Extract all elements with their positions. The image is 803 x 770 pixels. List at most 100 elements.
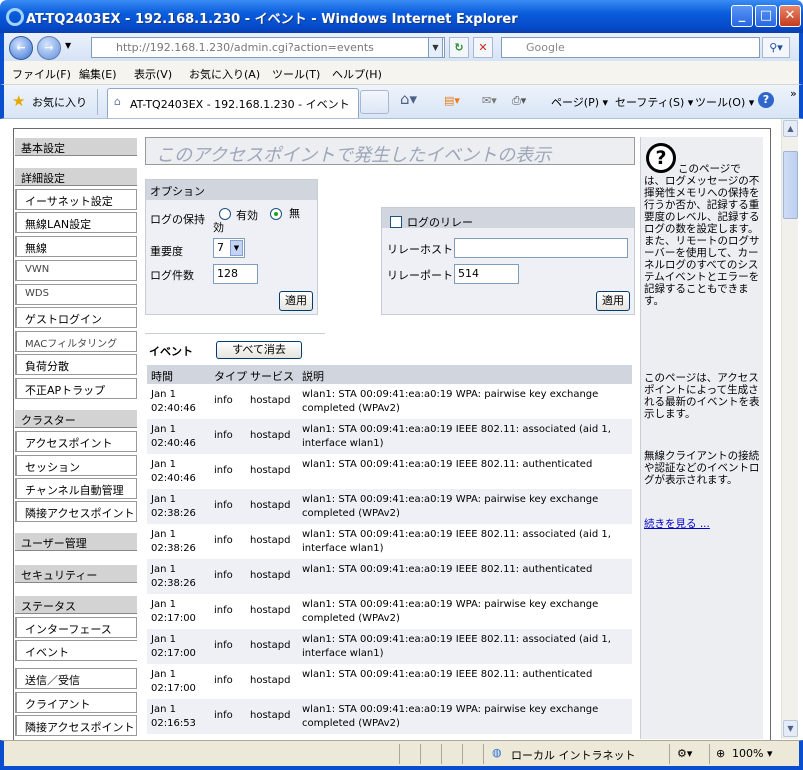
nav-basic[interactable]: 基本設定 [15, 137, 137, 156]
event-type: info [214, 535, 233, 546]
page-menu[interactable]: ページ(P) ▾ [551, 94, 608, 110]
event-time: Jan 1 02:40:46 [151, 458, 196, 486]
stop-button[interactable]: ✕ [473, 37, 493, 58]
nav-item-mac-filter[interactable]: MACフィルタリング [15, 331, 137, 352]
protected-mode-icon[interactable]: ⚙▾ [677, 747, 692, 760]
event-clock: 02:16:53 [151, 718, 196, 729]
page-icon: ⌂ [114, 95, 121, 108]
minimize-button[interactable]: _ [731, 5, 753, 27]
safety-menu[interactable]: セーフティ(S) ▾ [615, 94, 693, 110]
log-count-input[interactable]: 128 [213, 264, 258, 284]
options-apply-button[interactable]: 適用 [279, 291, 313, 311]
event-clock: 02:38:26 [151, 508, 196, 519]
event-service: hostapd [250, 710, 291, 721]
log-count-label: ログ件数 [150, 269, 194, 282]
help-paragraph-1: このページでは、ログメッセージの不揮発性メモリへの保持を行うか否か、記録する重要… [644, 163, 760, 307]
event-time: Jan 1 02:40:46 [151, 423, 196, 451]
zoom-level[interactable]: 100% ▾ [732, 747, 772, 760]
favorites-button[interactable]: お気に入り [32, 94, 87, 110]
nav-item-channel-mgmt[interactable]: チャンネル自動管理 [15, 478, 137, 499]
event-date: Jan 1 [151, 669, 176, 680]
event-date: Jan 1 [151, 634, 176, 645]
nav-item-access-points[interactable]: アクセスポイント [15, 431, 137, 452]
relay-host-input[interactable] [454, 238, 628, 258]
divider [97, 89, 98, 115]
menu-help[interactable]: ヘルプ(H) [332, 66, 382, 82]
severity-select[interactable]: 7 ▼ [213, 238, 245, 258]
nav-status[interactable]: ステータス [15, 595, 137, 614]
menu-view[interactable]: 表示(V) [134, 66, 172, 82]
table-row: Jan 1 02:17:00 info hostapd wlan1: STA 00:09… [147, 594, 632, 629]
nav-security[interactable]: セキュリティー [15, 564, 137, 583]
search-input[interactable]: Google [501, 37, 760, 58]
event-time: Jan 1 02:16:53 [151, 703, 196, 731]
col-description: 説明 [302, 370, 324, 383]
back-button[interactable]: ← [9, 36, 33, 60]
table-row: Jan 1 02:38:26 info hostapd wlan1: STA 00:09… [147, 489, 632, 524]
vertical-scrollbar[interactable]: ▲ ▼ [781, 119, 798, 739]
nav-item-ethernet[interactable]: イーサネット設定 [15, 189, 137, 210]
nav-item-rogue-ap[interactable]: 不正APトラップ [15, 378, 137, 399]
tools-menu[interactable]: ツール(O) ▾ [695, 94, 754, 110]
nav-cluster[interactable]: クラスター [15, 409, 137, 428]
divider [709, 744, 710, 764]
event-time: Jan 1 02:17:00 [151, 598, 196, 626]
nav-user-mgmt[interactable]: ユーザー管理 [15, 532, 137, 551]
scroll-up-icon[interactable]: ▲ [783, 120, 798, 137]
menu-edit[interactable]: 編集(E) [79, 66, 117, 82]
nav-item-radio[interactable]: 無線 [15, 236, 137, 257]
nav-item-status-neighbor-ap[interactable]: 隣接アクセスポイント [15, 715, 137, 736]
event-time: Jan 1 02:17:00 [151, 668, 196, 696]
relay-apply-button[interactable]: 適用 [596, 291, 630, 311]
event-type: info [214, 430, 233, 441]
menu-favorites[interactable]: お気に入り(A) [189, 66, 260, 82]
nav-item-wlan[interactable]: 無線LAN設定 [15, 212, 137, 233]
event-service: hostapd [250, 675, 291, 686]
mail-icon[interactable]: ✉▾ [482, 94, 497, 107]
relay-checkbox[interactable] [390, 216, 402, 228]
menu-file[interactable]: ファイル(F) [12, 66, 71, 82]
nav-item-interfaces[interactable]: インターフェース [15, 617, 137, 638]
clear-all-button[interactable]: すべて消去 [216, 341, 302, 359]
nav-advanced[interactable]: 詳細設定 [15, 167, 137, 186]
close-window-button[interactable]: ✕ [779, 5, 801, 27]
nav-item-vwn[interactable]: VWN [15, 260, 137, 281]
event-service: hostapd [250, 430, 291, 441]
tab-current[interactable]: ⌂ AT-TQ2403EX - 192.168.1.230 - イベント [107, 88, 359, 118]
scroll-down-icon[interactable]: ▼ [783, 720, 798, 737]
nav-item-clients[interactable]: クライアント [15, 692, 137, 713]
nav-item-tx-rx[interactable]: 送信／受信 [15, 668, 137, 689]
home-icon[interactable]: ⌂▾ [400, 90, 417, 108]
search-button[interactable]: ⚲▾ [762, 37, 790, 58]
nav-item-events[interactable]: イベント [15, 640, 137, 661]
url-dropdown-button[interactable]: ▼ [428, 37, 443, 58]
title-bar: AT-TQ2403EX - 192.168.1.230 - イベント - Win… [0, 0, 803, 33]
relay-port-input[interactable]: 514 [454, 264, 519, 284]
feeds-icon[interactable]: ▤▾ [444, 94, 460, 107]
divider [399, 744, 400, 764]
divider [441, 744, 442, 764]
col-service: サービス [250, 370, 294, 383]
nav-item-neighbor-ap[interactable]: 隣接アクセスポイント [15, 501, 137, 522]
event-time: Jan 1 02:17:00 [151, 633, 196, 661]
nav-item-guest-login[interactable]: ゲストログイン [15, 307, 137, 328]
read-more-link[interactable]: 続きを見る ... [644, 518, 760, 530]
chevron-more-icon[interactable]: » [790, 87, 797, 100]
forward-button[interactable]: → [37, 36, 61, 60]
event-type: info [214, 675, 233, 686]
divider [145, 333, 325, 334]
table-row: Jan 1 02:17:00 info hostapd wlan1: STA 00:09… [147, 629, 632, 664]
nav-item-wds[interactable]: WDS [15, 284, 137, 305]
scroll-thumb[interactable] [783, 151, 798, 219]
maximize-button[interactable]: □ [755, 5, 777, 27]
new-tab-button[interactable] [360, 90, 389, 114]
nav-item-load-balance[interactable]: 負荷分散 [15, 354, 137, 375]
help-icon[interactable]: ? [758, 92, 774, 108]
zoom-icon: ⊕ [716, 747, 726, 760]
refresh-button[interactable]: ↻ [449, 37, 469, 58]
history-dropdown-icon[interactable]: ▼ [65, 41, 71, 50]
menu-tools[interactable]: ツール(T) [272, 66, 320, 82]
nav-item-sessions[interactable]: セッション [15, 455, 137, 476]
url-input[interactable]: http://192.168.1.230/admin.cgi?action=ev… [91, 37, 445, 58]
print-icon[interactable]: ⎙▾ [512, 94, 526, 108]
